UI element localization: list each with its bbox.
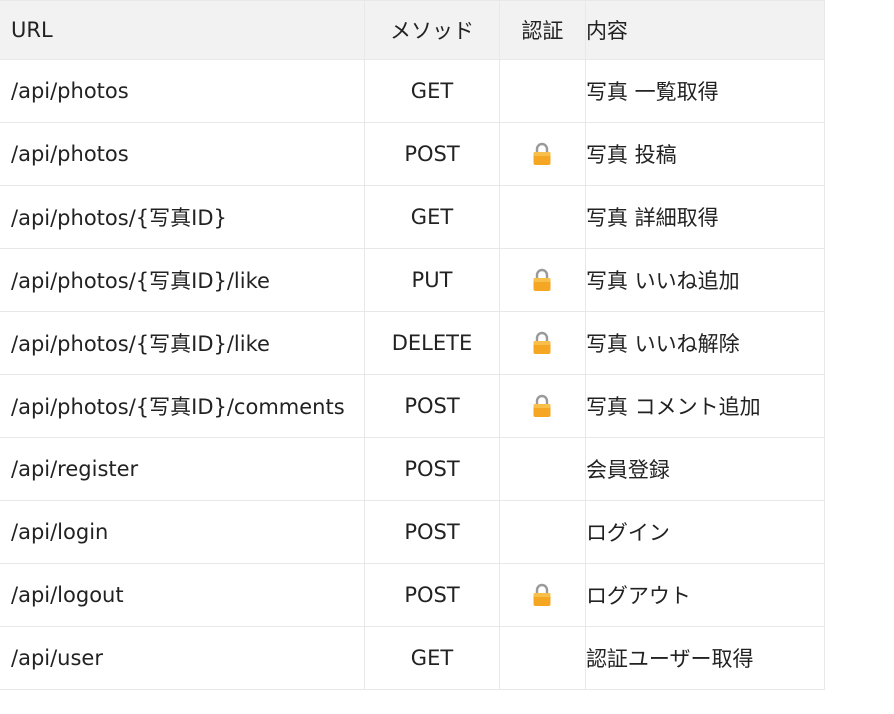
endpoint-url: /api/login [0, 500, 366, 564]
table-header: URL メソッド 認証 内容 [0, 0, 826, 60]
table-row: /api/photos/{写真ID}/like PUT 写真 いいね追加 [0, 248, 826, 312]
auth-required-cell [498, 437, 586, 501]
http-method: GET [364, 185, 500, 249]
table-body: /api/photos GET 写真 一覧取得/api/photos POST 写真 投… [0, 59, 826, 690]
endpoint-url: /api/photos/{写真ID}/like [0, 311, 366, 375]
auth-required-cell [498, 563, 586, 627]
auth-required-cell [498, 500, 586, 564]
http-method: POST [364, 500, 500, 564]
table-row: /api/photos/{写真ID}/like DELETE 写真 いいね解除 [0, 311, 826, 375]
header-url: URL [0, 0, 366, 60]
http-method: POST [364, 563, 500, 627]
http-method: POST [364, 122, 500, 186]
lock-icon [531, 267, 553, 293]
endpoint-url: /api/photos/{写真ID}/comments [0, 374, 366, 438]
header-row: URL メソッド 認証 内容 [0, 0, 826, 60]
endpoint-url: /api/photos [0, 59, 366, 123]
table-row: /api/photos/{写真ID} GET 写真 詳細取得 [0, 185, 826, 249]
table-row: /api/user GET 認証ユーザー取得 [0, 626, 826, 690]
endpoint-url: /api/register [0, 437, 366, 501]
table-row: /api/register POST 会員登録 [0, 437, 826, 501]
endpoint-description: 認証ユーザー取得 [584, 626, 826, 690]
table-row: /api/photos/{写真ID}/comments POST 写真 コメント追加 [0, 374, 826, 438]
http-method: POST [364, 374, 500, 438]
endpoint-description: 写真 詳細取得 [584, 185, 826, 249]
endpoint-description: 写真 一覧取得 [584, 59, 826, 123]
endpoint-url: /api/photos/{写真ID} [0, 185, 366, 249]
auth-required-cell [498, 248, 586, 312]
header-auth: 認証 [498, 0, 586, 60]
lock-icon [531, 141, 553, 167]
endpoint-description: 写真 コメント追加 [584, 374, 826, 438]
http-method: POST [364, 437, 500, 501]
header-description: 内容 [584, 0, 826, 60]
endpoint-description: ログアウト [584, 563, 826, 627]
auth-required-cell [498, 122, 586, 186]
endpoint-description: 写真 いいね解除 [584, 311, 826, 375]
http-method: DELETE [364, 311, 500, 375]
http-method: PUT [364, 248, 500, 312]
table-row: /api/photos GET 写真 一覧取得 [0, 59, 826, 123]
header-method: メソッド [364, 0, 500, 60]
lock-icon [531, 330, 553, 356]
lock-icon [531, 393, 553, 419]
auth-required-cell [498, 185, 586, 249]
table-row: /api/login POST ログイン [0, 500, 826, 564]
auth-required-cell [498, 59, 586, 123]
http-method: GET [364, 59, 500, 123]
endpoint-description: 写真 いいね追加 [584, 248, 826, 312]
endpoint-url: /api/photos [0, 122, 366, 186]
table-row: /api/photos POST 写真 投稿 [0, 122, 826, 186]
endpoint-url: /api/user [0, 626, 366, 690]
api-endpoints-table: URL メソッド 認証 内容 /api/photos GET 写真 一覧取得/api… [0, 0, 826, 690]
lock-icon [531, 582, 553, 608]
endpoint-description: 会員登録 [584, 437, 826, 501]
auth-required-cell [498, 311, 586, 375]
endpoint-url: /api/photos/{写真ID}/like [0, 248, 366, 312]
endpoint-url: /api/logout [0, 563, 366, 627]
http-method: GET [364, 626, 500, 690]
table-row: /api/logout POST ログアウト [0, 563, 826, 627]
endpoint-description: ログイン [584, 500, 826, 564]
auth-required-cell [498, 626, 586, 690]
auth-required-cell [498, 374, 586, 438]
endpoint-description: 写真 投稿 [584, 122, 826, 186]
